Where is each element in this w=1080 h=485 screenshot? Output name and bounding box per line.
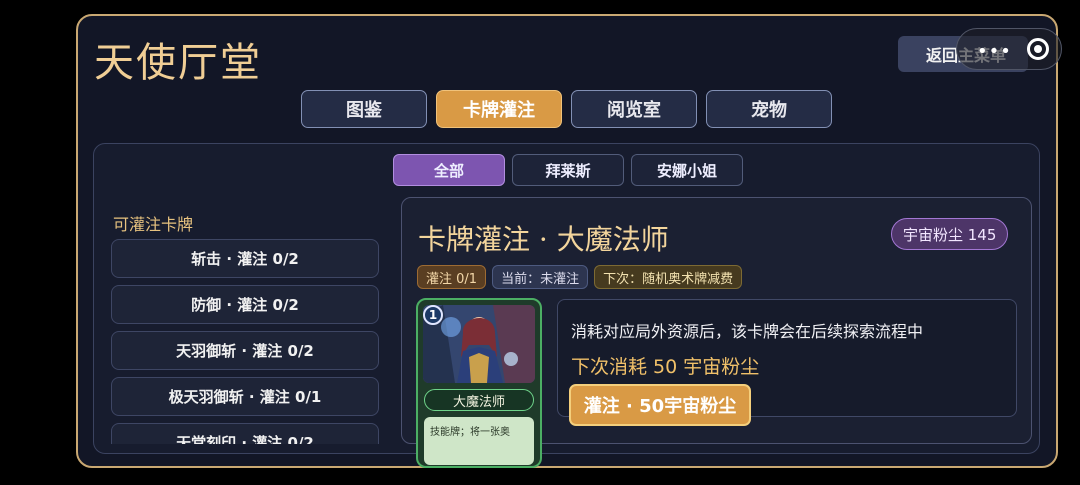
cosmic-dust-balance: 宇宙粉尘 145 [891,218,1009,250]
list-item[interactable]: 极天羽御斩 · 灌注 0/1 [111,377,379,416]
infusable-card-list[interactable]: 斩击 · 灌注 0/2 防御 · 灌注 0/2 天羽御斩 · 灌注 0/2 极天… [111,239,379,444]
card-description: 技能牌；将一张奥 [424,417,534,465]
close-target-icon[interactable] [1027,38,1049,60]
tab-codex[interactable]: 图鉴 [301,90,427,128]
filter-bailaisi[interactable]: 拜莱斯 [512,154,624,186]
filter-all[interactable]: 全部 [393,154,505,186]
tab-card-infusion[interactable]: 卡牌灌注 [436,90,562,128]
card-preview[interactable]: 1 大魔法师 技能牌；将一张奥 [416,298,542,468]
detail-title: 卡牌灌注 · 大魔法师 [418,223,669,256]
main-tabs: 图鉴 卡牌灌注 阅览室 宠物 [301,90,832,128]
infuse-button[interactable]: 灌注 · 50宇宙粉尘 [569,384,751,426]
page-title: 天使厅堂 [94,40,262,86]
list-item[interactable]: 防御 · 灌注 0/2 [111,285,379,324]
next-effect-badge: 下次：随机奥术牌减费 [594,265,743,289]
more-icon[interactable]: ••• [977,41,1012,62]
status-tags: 灌注 0/1 当前：未灌注 下次：随机奥术牌减费 [417,265,743,289]
tab-reading-room[interactable]: 阅览室 [571,90,697,128]
card-name: 大魔法师 [424,389,534,411]
card-cost-badge: 1 [423,305,443,325]
filter-miss-anna[interactable]: 安娜小姐 [631,154,743,186]
next-cost-text: 下次消耗 50 宇宙粉尘 [571,356,760,378]
tab-pets[interactable]: 宠物 [706,90,832,128]
mini-program-capsule: ••• [956,28,1062,70]
list-item[interactable]: 天堂刻印 · 灌注 0/2 [111,423,379,444]
infusion-description: 消耗对应局外资源后，该卡牌会在后续探索流程中 [571,322,924,341]
current-state-badge: 当前：未灌注 [492,265,589,289]
character-filters: 全部 拜莱斯 安娜小姐 [393,154,743,186]
infuse-count-badge: 灌注 0/1 [417,265,487,289]
list-item[interactable]: 天羽御斩 · 灌注 0/2 [111,331,379,370]
list-item[interactable]: 斩击 · 灌注 0/2 [111,239,379,278]
infusable-cards-heading: 可灌注卡牌 [113,215,194,234]
